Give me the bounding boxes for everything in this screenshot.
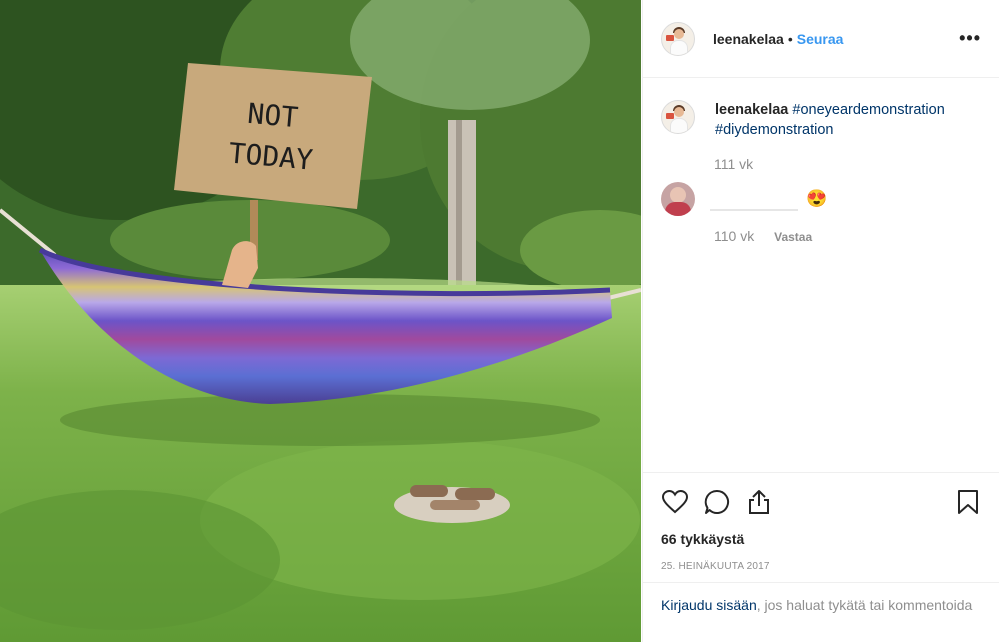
author-avatar[interactable]	[661, 21, 695, 56]
post-date[interactable]: 25. HEINÄKUUTA 2017	[661, 561, 982, 572]
login-prompt-text: , jos haluat tykätä tai kommentoida	[756, 597, 973, 613]
sign-text-line1: NOT	[246, 97, 299, 134]
comment-time: 110 vk	[714, 228, 755, 244]
share-icon[interactable]	[745, 488, 773, 516]
comments-section: leenakelaa #oneyeardemonstration #diydem…	[643, 78, 999, 244]
actions-section: 66 tykkäystä 25. HEINÄKUUTA 2017	[643, 472, 999, 572]
post-photo[interactable]: NOT TODAY	[0, 0, 641, 642]
bookmark-icon[interactable]	[954, 488, 982, 516]
commenter-avatar[interactable]	[661, 182, 695, 216]
comment-emoji: 😍	[806, 189, 828, 208]
caption-time: 111 vk	[714, 156, 754, 172]
comment-icon[interactable]	[703, 488, 731, 516]
reply-button[interactable]: Vastaa	[774, 230, 812, 244]
post-side-panel: leenakelaa • Seuraa ••• leenakelaa #oney…	[642, 0, 999, 642]
caption-meta: 111 vk	[714, 156, 981, 172]
follow-button[interactable]: Seuraa	[797, 31, 844, 47]
author-username[interactable]: leenakelaa	[713, 31, 784, 47]
more-options-icon[interactable]: •••	[959, 28, 981, 49]
action-icons	[661, 487, 982, 517]
hashtag-link[interactable]: #diydemonstration	[715, 122, 834, 138]
redacted-username	[710, 187, 798, 211]
post-header: leenakelaa • Seuraa •••	[643, 0, 999, 78]
login-prompt: Kirjaudu sisään, jos haluat tykätä tai k…	[643, 582, 999, 615]
photo-scene: NOT TODAY	[0, 0, 641, 642]
comment-meta: 110 vk Vastaa	[714, 228, 981, 244]
login-link[interactable]: Kirjaudu sisään	[661, 597, 757, 613]
caption-text: leenakelaa #oneyeardemonstration #diydem…	[715, 100, 945, 140]
comment-item: 😍	[661, 182, 981, 216]
caption: leenakelaa #oneyeardemonstration #diydem…	[661, 100, 981, 140]
heart-icon[interactable]	[661, 488, 689, 516]
caption-avatar[interactable]	[661, 100, 695, 134]
caption-username[interactable]: leenakelaa	[715, 102, 788, 118]
likes-count[interactable]: 66 tykkäystä	[661, 531, 982, 547]
hashtag-link[interactable]: #oneyeardemonstration	[792, 102, 944, 118]
separator-dot: •	[787, 30, 793, 47]
